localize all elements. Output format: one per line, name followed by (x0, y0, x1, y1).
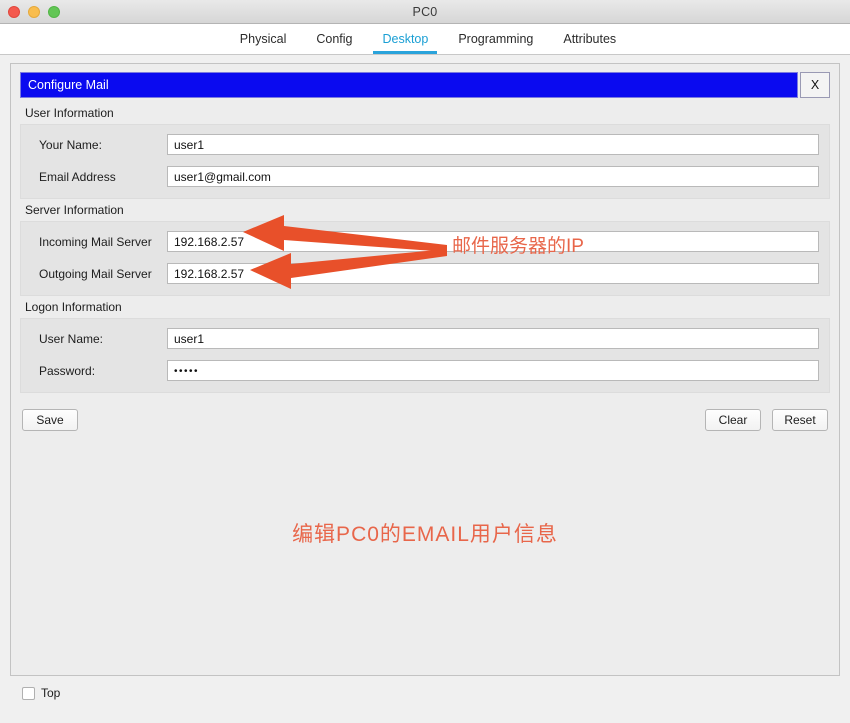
your-name-label: Your Name: (39, 137, 102, 152)
top-checkbox[interactable] (22, 686, 35, 700)
window-title: PC0 (412, 4, 438, 19)
password-label: Password: (39, 363, 96, 378)
password-input[interactable]: ••••• (167, 360, 819, 381)
minimize-window-icon[interactable] (28, 5, 40, 18)
tab-physical[interactable]: Physical (225, 24, 302, 54)
reset-button[interactable]: Reset (772, 409, 828, 431)
user-name-row: User Name: user1 (31, 328, 819, 349)
email-address-input[interactable]: user1@gmail.com (167, 166, 819, 187)
user-name-label: User Name: (39, 331, 104, 346)
tab-attributes[interactable]: Attributes (548, 24, 631, 54)
tab-desktop[interactable]: Desktop (367, 24, 443, 54)
email-address-row: Email Address user1@gmail.com (31, 166, 819, 187)
top-checkbox-label: Top (41, 686, 61, 700)
logon-information-group: User Name: user1 Password: ••••• (20, 318, 830, 393)
email-address-label: Email Address (39, 169, 116, 184)
configure-mail-dialog: Configure Mail X User Information Your N… (10, 63, 840, 676)
tab-programming[interactable]: Programming (443, 24, 548, 54)
clear-button[interactable]: Clear (705, 409, 761, 431)
pc0-window: PC0 Physical Config Desktop Programming … (0, 0, 850, 723)
user-information-legend: User Information (25, 106, 114, 120)
window-titlebar: PC0 (0, 0, 850, 24)
incoming-mail-server-row: Incoming Mail Server 192.168.2.57 (31, 231, 819, 252)
server-information-group: Incoming Mail Server 192.168.2.57 Outgoi… (20, 221, 830, 296)
user-name-input[interactable]: user1 (167, 328, 819, 349)
incoming-mail-server-label: Incoming Mail Server (39, 234, 152, 249)
desktop-panel: Configure Mail X User Information Your N… (0, 55, 850, 723)
close-icon[interactable]: X (800, 72, 830, 98)
your-name-input[interactable]: user1 (167, 134, 819, 155)
logon-information-legend: Logon Information (25, 300, 122, 314)
close-window-icon[interactable] (8, 5, 20, 18)
dialog-title: Configure Mail (20, 72, 798, 98)
outgoing-mail-server-label: Outgoing Mail Server (39, 266, 152, 281)
dialog-titlebar: Configure Mail X (20, 72, 830, 98)
password-row: Password: ••••• (31, 360, 819, 381)
tab-config[interactable]: Config (301, 24, 367, 54)
server-information-legend: Server Information (25, 203, 124, 217)
outgoing-mail-server-input[interactable]: 192.168.2.57 (167, 263, 819, 284)
your-name-row: Your Name: user1 (31, 134, 819, 155)
footer-bar: Top (10, 676, 840, 700)
outgoing-mail-server-row: Outgoing Mail Server 192.168.2.57 (31, 263, 819, 284)
save-button[interactable]: Save (22, 409, 78, 431)
traffic-light-group (8, 5, 60, 18)
maximize-window-icon[interactable] (48, 5, 60, 18)
incoming-mail-server-input[interactable]: 192.168.2.57 (167, 231, 819, 252)
tab-bar: Physical Config Desktop Programming Attr… (0, 24, 850, 55)
user-information-group: Your Name: user1 Email Address user1@gma… (20, 124, 830, 199)
dialog-button-row: Save Clear Reset (20, 409, 830, 431)
